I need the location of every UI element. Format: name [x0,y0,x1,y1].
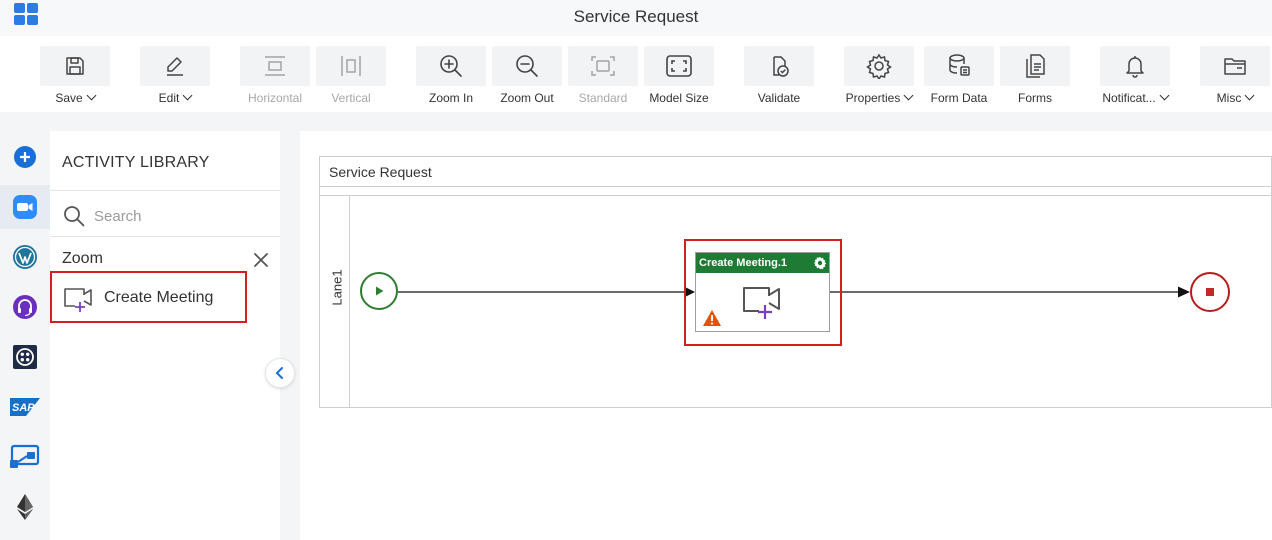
validate-button[interactable]: Validate [744,46,814,105]
edit-pencil-icon [167,57,183,76]
forms-icon [1026,54,1045,78]
form-data-button[interactable]: Form Data [924,46,994,105]
horizontal-label: Horizontal [247,91,303,105]
app-window: Service Request Save Edit Horizontal Ver… [0,0,1272,540]
process-canvas[interactable]: Service Request Lane1 Create Meeting.1 [300,131,1272,540]
power-automate-icon [10,444,40,468]
gear-icon [866,53,892,79]
close-icon[interactable] [253,252,269,268]
model-size-button[interactable]: Model Size [644,46,714,105]
notifications-button[interactable]: Notificat... [1100,46,1170,105]
standard-button[interactable]: Standard [568,46,638,105]
chevron-down-icon [182,90,193,101]
library-item-create-meeting[interactable]: Create Meeting [50,271,247,323]
stop-icon [1206,288,1214,296]
save-button[interactable]: Save [40,46,110,105]
chevron-down-icon [903,90,914,101]
chevron-down-icon [1159,90,1170,101]
sap-logo-text: SAP [12,402,35,414]
model-size-icon [666,55,692,77]
gear-icon[interactable] [813,256,827,270]
standard-view-icon [591,56,615,76]
create-meeting-icon [743,287,780,319]
rail-support[interactable] [0,285,50,329]
activity-library-title: ACTIVITY LIBRARY [62,154,210,171]
divider [50,236,280,237]
ethereum-icon [17,494,33,520]
zoom-out-label: Zoom Out [500,91,554,105]
toolbar: Save Edit Horizontal Vertical Zoom In Zo… [0,36,1272,112]
save-icon [66,57,84,75]
forms-label: Forms [1018,91,1052,105]
pool-header: Service Request [320,157,1271,187]
task-header: Create Meeting.1 [696,253,829,273]
collapse-panel-button[interactable] [265,358,295,388]
end-event[interactable] [1190,272,1230,312]
add-icon [14,146,36,168]
pool-title: Service Request [329,164,432,180]
save-label: Save [55,91,83,105]
notifications-label: Notificat... [1102,91,1156,105]
standard-label: Standard [578,91,628,105]
zoom-in-icon [440,55,462,77]
divider [50,190,280,191]
sap-icon: SAP [10,398,40,416]
zoom-icon [13,195,37,219]
rail-wordpress[interactable] [0,235,50,279]
twilio-icon [13,345,37,369]
chevron-down-icon [1244,90,1255,101]
play-icon [376,286,384,296]
library-group-title: Zoom [62,250,103,267]
create-meeting-icon [64,288,92,312]
database-icon [949,54,970,76]
zoom-out-icon [516,55,538,77]
rail-twilio[interactable] [0,335,50,379]
page-title: Service Request [573,7,699,26]
title-bar: Service Request [0,0,1272,36]
edit-button[interactable]: Edit [140,46,210,105]
connector-rail: SAP [0,112,50,540]
rail-add[interactable] [0,135,50,179]
start-event[interactable] [360,272,398,310]
properties-button[interactable]: Properties [844,46,914,105]
library-search-input[interactable] [94,203,270,229]
misc-label: Misc [1216,91,1242,105]
validate-label: Validate [757,91,801,105]
search-icon [64,206,85,227]
rail-ethereum[interactable] [0,485,50,529]
zoom-out-button[interactable]: Zoom Out [492,46,562,105]
support-headset-icon [13,295,37,319]
vertical-button[interactable]: Vertical [316,46,386,105]
rail-zoom[interactable] [0,185,50,229]
library-item-label: Create Meeting [104,289,214,306]
zoom-in-label: Zoom In [428,91,473,105]
create-meeting-task[interactable]: Create Meeting.1 [695,252,830,332]
validate-icon [773,56,789,77]
lane-label: Lane1 [329,269,345,306]
wordpress-icon [13,245,37,269]
vertical-label: Vertical [331,91,371,105]
chevron-down-icon [86,90,97,101]
forms-button[interactable]: Forms [1000,46,1070,105]
task-title: Create Meeting.1 [699,257,788,269]
vertical-layout-icon [341,56,361,76]
lane-label-column: Lane1 [320,196,350,407]
bell-icon [1126,56,1144,78]
chevron-left-icon [275,367,283,379]
folder-icon [1224,58,1246,75]
rail-sap[interactable]: SAP [0,385,50,429]
zoom-in-button[interactable]: Zoom In [416,46,486,105]
warning-icon [703,310,721,326]
edit-label: Edit [158,91,180,105]
rail-power-automate[interactable] [0,435,50,479]
horizontal-button[interactable]: Horizontal [240,46,310,105]
horizontal-layout-icon [265,56,285,76]
model-size-label: Model Size [649,91,709,105]
properties-label: Properties [845,91,901,105]
activity-library-panel: ACTIVITY LIBRARY Zoom Create Meeting [50,131,280,540]
form-data-label: Form Data [930,91,988,105]
misc-button[interactable]: Misc [1200,46,1270,105]
